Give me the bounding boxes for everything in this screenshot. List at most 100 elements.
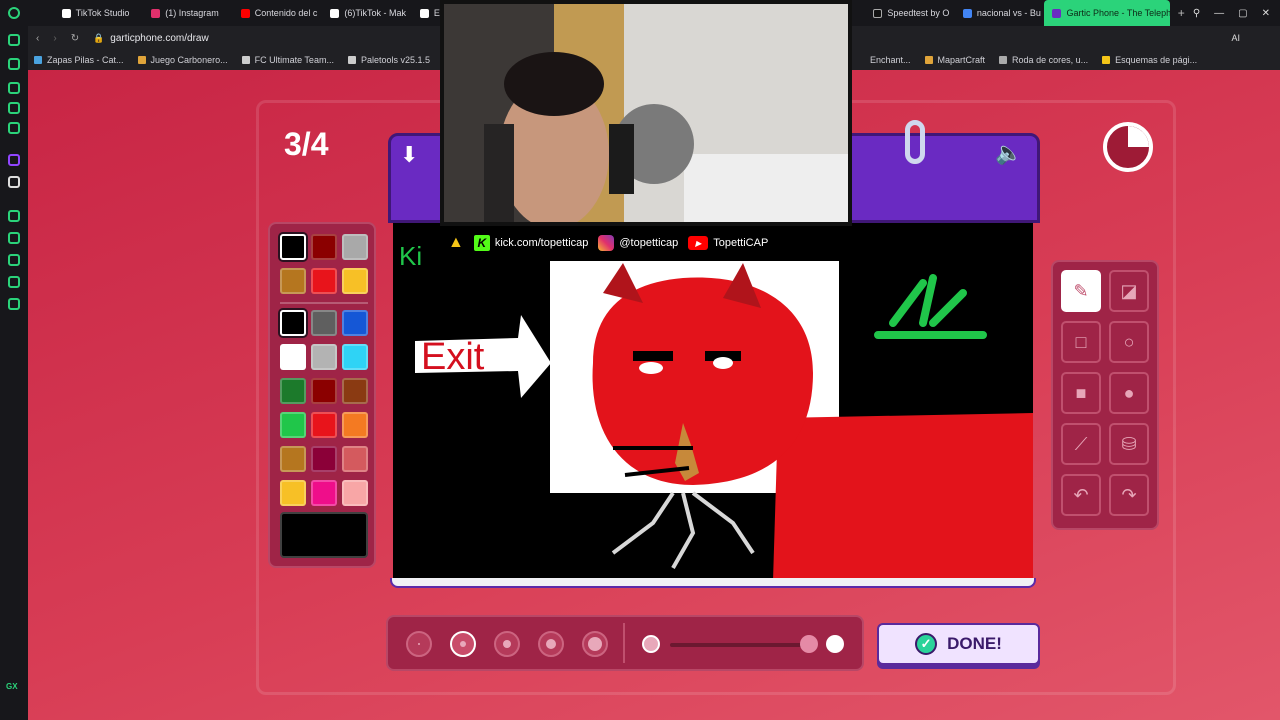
tab-speedtest[interactable]: Speedtest by O <box>865 0 955 26</box>
brush-options-bar <box>386 615 864 671</box>
color-swatch[interactable] <box>342 446 368 472</box>
tab-youtube-content[interactable]: Contenido del c <box>233 0 323 26</box>
brush-size-option[interactable] <box>450 631 476 657</box>
color-swatch[interactable] <box>342 268 368 294</box>
minimize-icon[interactable]: — <box>1214 8 1224 19</box>
color-swatch[interactable] <box>342 378 368 404</box>
search-icon[interactable]: ⚲ <box>1193 8 1200 19</box>
color-swatch[interactable] <box>311 310 337 336</box>
bookmark-label: Roda de cores, u... <box>1012 55 1089 65</box>
tab-tiktok[interactable]: (6)TikTok - Mak <box>322 0 412 26</box>
color-swatch[interactable] <box>311 268 337 294</box>
messenger-icon[interactable] <box>8 122 20 134</box>
color-swatch[interactable] <box>311 344 337 370</box>
extensions-icon[interactable] <box>8 276 20 288</box>
undo-icon[interactable]: ↶ <box>1061 474 1101 516</box>
drawing-canvas[interactable]: Exit Ki <box>393 223 1033 581</box>
color-swatch[interactable] <box>280 378 306 404</box>
color-swatch[interactable] <box>280 412 306 438</box>
color-swatch[interactable] <box>280 480 306 506</box>
brush-size-option[interactable] <box>406 631 432 657</box>
brush-size-option[interactable] <box>538 631 564 657</box>
speaker-icon[interactable]: 🔈 <box>995 140 1022 166</box>
kick-link[interactable]: Kkick.com/topetticap <box>473 235 588 251</box>
url-field[interactable]: garticphone.com/draw <box>110 33 208 44</box>
color-swatch[interactable] <box>311 412 337 438</box>
pencil-icon[interactable]: ✎ <box>1061 270 1101 312</box>
circle-outline-icon[interactable]: ○ <box>1109 321 1149 363</box>
tab-label: (1) Instagram <box>165 8 219 18</box>
opera-logo-icon[interactable] <box>0 0 28 26</box>
maximize-icon[interactable]: ▢ <box>1238 8 1247 19</box>
color-swatch[interactable] <box>342 412 368 438</box>
bucket-icon[interactable]: ⛁ <box>1109 423 1149 465</box>
forward-icon[interactable]: › <box>47 33 62 44</box>
tab-nacional[interactable]: nacional vs - Bu <box>955 0 1045 26</box>
color-swatch[interactable] <box>280 344 306 370</box>
color-swatch[interactable] <box>280 446 306 472</box>
gx-label[interactable]: GX <box>6 682 18 691</box>
bookmark-item[interactable]: Juego Carbonero... <box>137 55 228 65</box>
youtube-link[interactable]: ▶ TopettiCAP <box>688 236 768 250</box>
history-icon[interactable] <box>8 254 20 266</box>
bar-divider <box>623 623 625 663</box>
wallet-icon[interactable] <box>8 232 20 244</box>
sidebar-app-icon[interactable] <box>8 102 20 114</box>
back-history-icon[interactable] <box>8 34 20 46</box>
color-swatch[interactable] <box>311 378 337 404</box>
tab-menu-icon[interactable] <box>28 0 54 26</box>
download-icon[interactable]: ⬇ <box>400 142 418 168</box>
color-swatch[interactable] <box>342 480 368 506</box>
new-tab-button[interactable]: + <box>1170 6 1193 20</box>
bookmark-item[interactable]: Paletools v25.1.5 <box>347 55 430 65</box>
back-icon[interactable]: ‹ <box>28 33 47 44</box>
current-color-swatch[interactable] <box>280 512 368 558</box>
color-palette <box>268 222 376 568</box>
color-swatch[interactable] <box>342 344 368 370</box>
instagram-link[interactable]: @topetticap <box>598 235 678 251</box>
redo-icon[interactable]: ↷ <box>1109 474 1149 516</box>
rectangle-outline-icon[interactable]: □ <box>1061 321 1101 363</box>
tab-tiktok-studio[interactable]: TikTok Studio <box>54 0 144 26</box>
lock-icon: 🔒 <box>93 32 105 43</box>
color-swatch[interactable] <box>311 446 337 472</box>
tab-instagram[interactable]: (1) Instagram <box>143 0 233 26</box>
palette-divider <box>280 302 368 304</box>
twitch-icon[interactable] <box>8 154 20 166</box>
eraser-icon[interactable]: ◪ <box>1109 270 1149 312</box>
bookmark-item[interactable]: Esquemas de pági... <box>1102 55 1197 65</box>
bookmark-item[interactable]: Roda de cores, u... <box>999 55 1088 65</box>
bookmark-item[interactable]: Zapas Pilas - Cat... <box>34 55 124 65</box>
settings-icon[interactable] <box>8 298 20 310</box>
color-swatch[interactable] <box>280 310 306 336</box>
bookmark-item[interactable]: FC Ultimate Team... <box>241 55 334 65</box>
ai-button[interactable]: AI <box>1231 33 1280 43</box>
done-button[interactable]: ✓ DONE! <box>877 623 1040 665</box>
brush-size-option[interactable] <box>582 631 608 657</box>
tab-gartic-phone[interactable]: Gartic Phone - The Teleph <box>1044 0 1170 26</box>
reload-icon[interactable]: ↻ <box>63 33 87 44</box>
color-swatch[interactable] <box>342 234 368 260</box>
player-icon[interactable] <box>8 210 20 222</box>
brush-size-option[interactable] <box>494 631 520 657</box>
color-swatch[interactable] <box>280 268 306 294</box>
whatsapp-icon[interactable] <box>8 58 20 70</box>
bookmark-item[interactable]: Enchant... <box>870 55 911 65</box>
line-icon[interactable]: ⟋ <box>1061 423 1101 465</box>
bookmark-item[interactable]: MapartCraft <box>924 55 986 65</box>
color-swatch[interactable] <box>311 480 337 506</box>
x-icon[interactable] <box>8 176 20 188</box>
color-swatch[interactable] <box>311 234 337 260</box>
notebook-pages <box>390 578 1036 588</box>
bookmark-label: MapartCraft <box>937 55 986 65</box>
color-swatch[interactable] <box>342 310 368 336</box>
color-swatch[interactable] <box>280 234 306 260</box>
rectangle-fill-icon[interactable]: ■ <box>1061 372 1101 414</box>
close-icon[interactable]: ✕ <box>1262 8 1270 19</box>
opacity-slider-handle[interactable] <box>800 635 818 653</box>
opacity-min-icon <box>642 635 660 653</box>
social-links-bar: ▲ Kkick.com/topetticap @topetticap ▶ Tope… <box>440 226 852 260</box>
circle-fill-icon[interactable]: ● <box>1109 372 1149 414</box>
sidebar-app-icon[interactable] <box>8 82 20 94</box>
opacity-slider-track[interactable] <box>670 643 810 647</box>
